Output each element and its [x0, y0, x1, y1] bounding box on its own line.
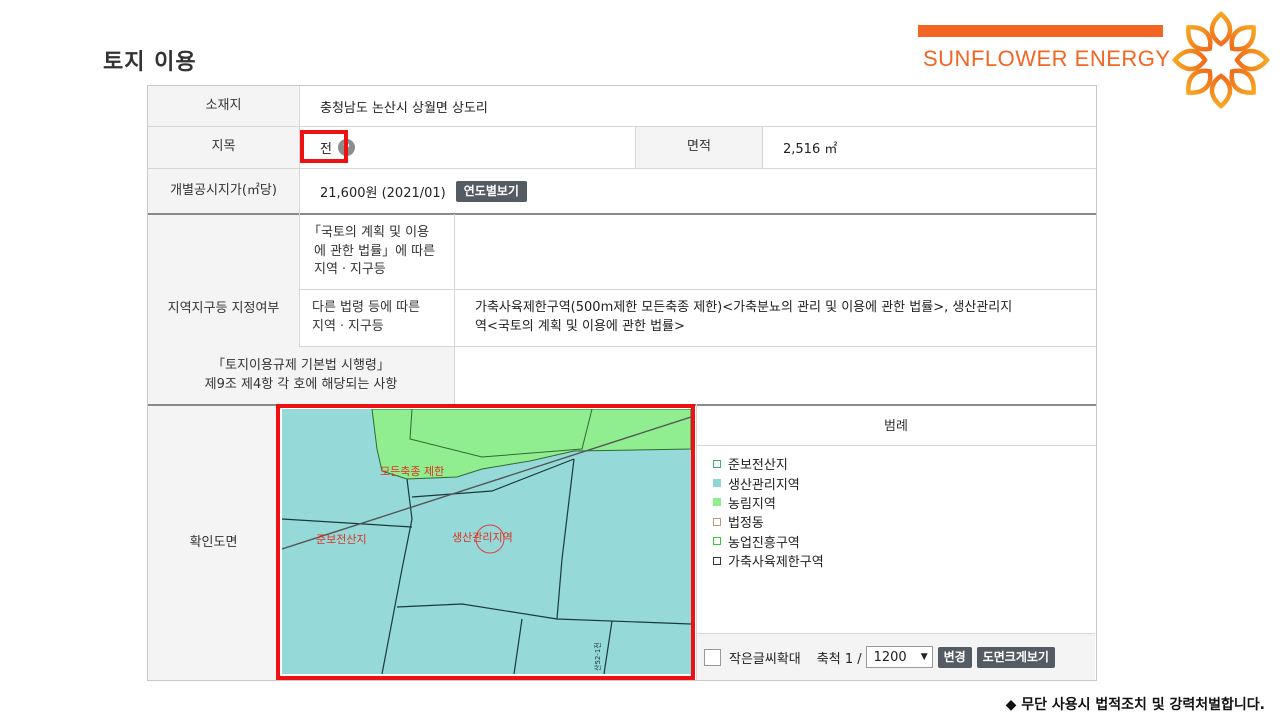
legend-label: 농림지역 [728, 496, 776, 512]
legend-swatch [713, 459, 721, 468]
other-zoning-label-line1: 다른 법령 등에 따른 [312, 300, 421, 316]
enlarge-text-checkbox[interactable] [704, 648, 721, 666]
scale-select[interactable]: 1200 ▼ [865, 646, 933, 668]
land-category-highlight [300, 130, 348, 163]
regulation-label: 「토지이용규제 기본법 시행령」 제9조 제4항 각 호에 해당되는 사항 [148, 347, 454, 404]
national-zoning-label-line1: 「국토의 계획 및 이용 [308, 224, 430, 240]
legend-item: 농업진흥구역 [713, 532, 824, 551]
national-zoning-label-line2: 에 관한 법률」에 따른 [314, 243, 436, 259]
scale-value: 1200 [873, 649, 907, 665]
national-zoning-label-line3: 지역ㆍ지구등 [314, 262, 386, 278]
land-category-cell: 전 ? [300, 127, 635, 168]
regulation-label-line1: 「토지이용규제 기본법 시행령」 [212, 357, 390, 373]
map-label: 확인도면 [148, 406, 279, 680]
other-zoning-value-line1: 가축사육제한구역(500m제한 모든축종 제한)<가축분뇨의 관리 및 이용에 … [475, 300, 1013, 316]
legend-label: 법정동 [728, 516, 764, 532]
other-zoning-value-line2: 역<국토의 계획 및 이용에 관한 법률> [475, 319, 685, 334]
national-zoning-value [455, 215, 1096, 289]
legend-swatch [713, 498, 721, 507]
brand-name: SUNFLOWER ENERGY [923, 46, 1171, 71]
legend-item: 생산관리지역 [713, 473, 824, 493]
sunflower-logo-icon [1172, 11, 1270, 109]
map-highlight [276, 404, 695, 680]
national-zoning-label: 「국토의 계획 및 이용 에 관한 법률」에 따른 지역ㆍ지구등 [300, 215, 454, 289]
legend-swatch [713, 556, 721, 565]
other-zoning-label-line2: 지역ㆍ지구등 [312, 319, 384, 334]
legend-item: 농림지역 [713, 493, 824, 512]
footer-note: ◆ 무단 사용시 법적조치 및 강력처벌합니다. [1005, 697, 1265, 713]
brand-bar [918, 25, 1163, 37]
legend-label: 가축사육제한구역 [728, 555, 824, 571]
enlarge-map-button[interactable]: 도면크게보기 [976, 646, 1055, 668]
price-label: 개별공시지가(㎡당) [148, 169, 299, 213]
legend-item: 준보전산지 [713, 454, 824, 473]
legend-list: 준보전산지 생산관리지역 농림지역 법정동 농업진흥구역 가축사육제한구역 [713, 454, 824, 570]
other-zoning-value: 가축사육제한구역(500m제한 모든축종 제한)<가축분뇨의 관리 및 이용에 … [455, 290, 1096, 346]
page-title: 토지 이용 [103, 50, 197, 75]
legend-item: 가축사육제한구역 [713, 551, 824, 570]
legend-label: 준보전산지 [728, 458, 788, 474]
area-label: 면적 [636, 127, 762, 168]
legend-item: 법정동 [713, 512, 824, 531]
price-cell: 21,600원 (2021/01) 연도별보기 [300, 169, 1096, 213]
legend-swatch [713, 479, 721, 488]
legend-label: 농업진흥구역 [728, 535, 800, 551]
regulation-value [455, 347, 1096, 404]
area-value: 2,516 ㎡ [783, 142, 838, 157]
map-toolbar: 작은글씨확대 축척 1 / 1200 ▼ 변경 도면크게보기 [697, 633, 1095, 680]
location-label: 소재지 [148, 86, 299, 126]
location-value: 충청남도 논산시 상월면 상도리 [320, 100, 488, 116]
legend-title: 범례 [884, 418, 908, 434]
legend-swatch [713, 537, 721, 546]
legend-label: 생산관리지역 [728, 477, 800, 493]
change-scale-button[interactable]: 변경 [937, 646, 972, 668]
other-zoning-label: 다른 법령 등에 따른 지역ㆍ지구등 [300, 290, 454, 346]
regulation-label-line2: 제9조 제4항 각 호에 해당되는 사항 [204, 376, 398, 392]
land-category-label: 지목 [148, 127, 299, 168]
chevron-down-icon: ▼ [920, 652, 928, 662]
price-value: 21,600원 (2021/01) [320, 185, 446, 201]
legend-swatch [713, 517, 721, 526]
enlarge-text-label: 작은글씨확대 [729, 651, 801, 667]
year-view-button[interactable]: 연도별보기 [455, 180, 527, 202]
scale-label: 축척 1 / [816, 651, 862, 667]
